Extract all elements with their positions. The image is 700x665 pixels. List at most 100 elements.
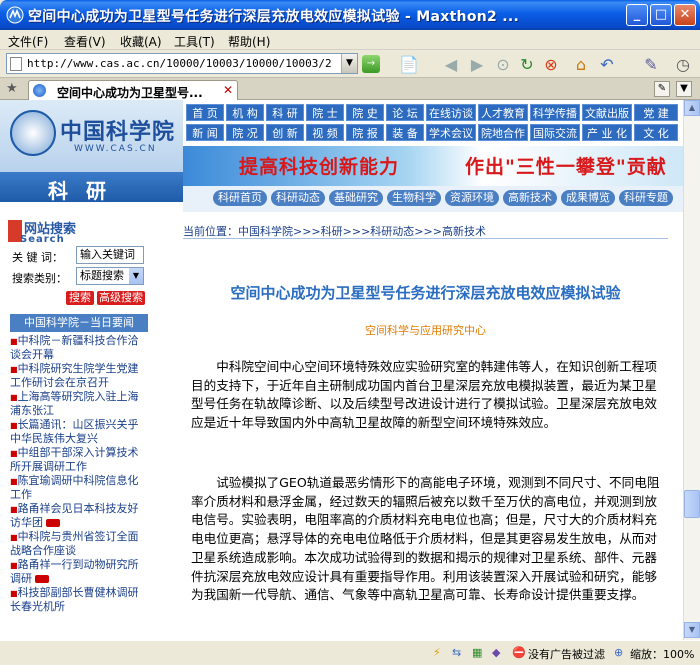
menu-tools[interactable]: 工具(T) <box>174 33 215 50</box>
go-icon[interactable]: → <box>362 55 380 73</box>
scroll-down-icon[interactable]: ▼ <box>684 622 700 638</box>
nav-news[interactable]: 新 闻 <box>186 124 224 141</box>
url-input[interactable]: http://www.cas.ac.cn/10000/10003/10000/1… <box>6 53 358 74</box>
nav-culture[interactable]: 文 化 <box>634 124 678 141</box>
subnav-hightech[interactable]: 高新技术 <box>503 190 557 206</box>
subnav-topics[interactable]: 科研专题 <box>619 190 673 206</box>
refresh-icon[interactable]: ↻ <box>516 54 538 76</box>
undo-icon[interactable]: ↶ <box>596 54 618 76</box>
nav-equipment[interactable]: 装 备 <box>386 124 424 141</box>
news-link[interactable]: 中科院－新疆科技合作洽谈会开幕 <box>10 334 139 361</box>
close-button[interactable]: ✕ <box>674 4 696 26</box>
filter-icon[interactable]: ◆ <box>492 646 500 659</box>
list-item[interactable]: ■中科院与贵州省签订全面战略合作座谈 <box>10 530 148 557</box>
list-item[interactable]: ■陈宜瑜调研中科院信息化工作 <box>10 474 148 501</box>
subnav-bioscience[interactable]: 生物科学 <box>387 190 441 206</box>
nav-innovation[interactable]: 创 新 <box>266 124 304 141</box>
zoom-icon[interactable]: ⊕ <box>614 646 623 659</box>
window-titlebar[interactable]: 空间中心成功为卫星型号任务进行深层充放电效应模拟试验 - Maxthon2 ..… <box>0 0 700 30</box>
nav-international[interactable]: 国际交流 <box>530 124 580 141</box>
nav-party[interactable]: 党 建 <box>634 104 678 121</box>
subnav-basic-research[interactable]: 基础研究 <box>329 190 383 206</box>
adblock-icon[interactable]: ⛔ <box>512 646 526 659</box>
nav-publications[interactable]: 文献出版 <box>582 104 632 121</box>
favorite-star-icon[interactable]: ★ <box>6 81 18 96</box>
nav-academicians[interactable]: 院 士 <box>306 104 344 121</box>
breadcrumb[interactable]: 当前位置：中国科学院>>>科研>>>科研动态>>>高新技术 <box>183 223 486 239</box>
home-icon[interactable]: ⌂ <box>570 54 592 76</box>
advanced-search-button[interactable]: 高级搜索 <box>97 291 145 305</box>
bookmark-icon[interactable]: ▦ <box>472 646 482 659</box>
tab-close-icon[interactable]: ✕ <box>223 83 233 97</box>
menu-help[interactable]: 帮助(H) <box>228 33 270 50</box>
subnav-environment[interactable]: 资源环境 <box>445 190 499 206</box>
tools-icon[interactable]: ✎ <box>640 54 662 76</box>
stop-small-icon[interactable]: ⊙ <box>492 54 514 76</box>
category-select[interactable]: 标题搜索 ▼ <box>76 267 144 285</box>
tab-settings-icon[interactable]: ✎ <box>654 81 670 97</box>
list-item[interactable]: ■科技部副部长曹健林调研长春光机所 <box>10 586 148 613</box>
bullet-icon: ■ <box>10 365 18 374</box>
search-button[interactable]: 搜索 <box>66 291 94 305</box>
news-link[interactable]: 陈宜瑜调研中科院信息化工作 <box>10 474 139 501</box>
back-icon[interactable]: ◀ <box>440 54 462 76</box>
minimize-button[interactable]: _ <box>626 4 648 26</box>
news-link[interactable]: 中科院研究生院学生党建工作研讨会在京召开 <box>10 362 139 389</box>
nav-home[interactable]: 首 页 <box>186 104 224 121</box>
forward-icon[interactable]: ▶ <box>466 54 488 76</box>
news-link[interactable]: 路甬祥会见日本科技友好访华团 <box>10 502 139 529</box>
nav-forum[interactable]: 论 坛 <box>386 104 424 121</box>
list-item[interactable]: ■中科院研究生院学生党建工作研讨会在京召开 <box>10 362 148 389</box>
nav-cooperation[interactable]: 院地合作 <box>478 124 528 141</box>
lightning-icon[interactable]: ⚡ <box>433 646 441 659</box>
nav-institutes[interactable]: 机 构 <box>226 104 264 121</box>
scroll-up-icon[interactable]: ▲ <box>684 100 700 116</box>
news-link[interactable]: 上海高等研究院入驻上海浦东张江 <box>10 390 139 417</box>
news-link[interactable]: 科技部副部长曹健林调研长春光机所 <box>10 586 139 613</box>
nav-overview[interactable]: 院 况 <box>226 124 264 141</box>
subnav-research-home[interactable]: 科研首页 <box>213 190 267 206</box>
tab-menu-icon[interactable]: ▼ <box>676 81 692 97</box>
menu-view[interactable]: 查看(V) <box>64 33 106 50</box>
nav-newspaper[interactable]: 院 报 <box>346 124 384 141</box>
list-item[interactable]: ■长篇通讯：山区振兴关乎中华民族伟大复兴 <box>10 418 148 445</box>
keyword-label: 关 键 词： <box>12 251 63 264</box>
keyword-input[interactable]: 输入关键词 <box>76 246 144 264</box>
list-item[interactable]: ■路甬祥会见日本科技友好访华团 <box>10 502 148 529</box>
nav-history[interactable]: 院 史 <box>346 104 384 121</box>
nav-research[interactable]: 科 研 <box>266 104 304 121</box>
list-item[interactable]: ■路甬祥一行到动物研究所调研 <box>10 558 148 585</box>
window-title: 空间中心成功为卫星型号任务进行深层充放电效应模拟试验 - Maxthon2 ..… <box>28 9 520 25</box>
nav-education[interactable]: 人才教育 <box>478 104 528 121</box>
news-link[interactable]: 中组部干部深入计算技术所开展调研工作 <box>10 446 139 473</box>
nav-video[interactable]: 视 频 <box>306 124 344 141</box>
nav-science-comm[interactable]: 科学传播 <box>530 104 580 121</box>
page-icon <box>10 57 22 71</box>
list-item[interactable]: ■中组部干部深入计算技术所开展调研工作 <box>10 446 148 473</box>
list-item[interactable]: ■上海高等研究院入驻上海浦东张江 <box>10 390 148 417</box>
network-icon[interactable]: ⇆ <box>452 646 461 659</box>
url-dropdown-icon[interactable]: ▼ <box>341 54 357 73</box>
maximize-button[interactable]: □ <box>650 4 672 26</box>
browser-tab[interactable]: 空间中心成功为卫星型号... ✕ <box>28 80 238 100</box>
stop-icon[interactable]: ⊗ <box>540 54 562 76</box>
nav-conferences[interactable]: 学术会议 <box>426 124 476 141</box>
adblock-status[interactable]: 没有广告被过滤 <box>528 646 605 662</box>
subnav-research-news[interactable]: 科研动态 <box>271 190 325 206</box>
list-item[interactable]: ■中科院－新疆科技合作洽谈会开幕 <box>10 334 148 361</box>
site-logo[interactable]: 中国科学院 WWW.CAS.CN <box>0 100 183 172</box>
subnav-achievements[interactable]: 成果博览 <box>561 190 615 206</box>
nav-interviews[interactable]: 在线访谈 <box>426 104 476 121</box>
news-link[interactable]: 路甬祥一行到动物研究所调研 <box>10 558 139 585</box>
scrollbar-thumb[interactable] <box>684 490 700 518</box>
news-link[interactable]: 中科院与贵州省签订全面战略合作座谈 <box>10 530 139 557</box>
news-link[interactable]: 长篇通讯：山区振兴关乎中华民族伟大复兴 <box>10 418 139 445</box>
new-page-icon[interactable]: 📄 <box>398 54 420 76</box>
zoom-level[interactable]: 缩放：100% <box>630 646 694 662</box>
clock-icon[interactable]: ◷ <box>672 54 694 76</box>
menu-favorites[interactable]: 收藏(A) <box>120 33 162 50</box>
nav-industry[interactable]: 产 业 化 <box>582 124 632 141</box>
menu-file[interactable]: 文件(F) <box>8 33 48 50</box>
vertical-scrollbar[interactable]: ▲ ▼ <box>683 100 700 640</box>
page-viewport[interactable]: 中国科学院 WWW.CAS.CN 首 页 机 构 科 研 院 士 院 史 论 坛… <box>0 100 683 640</box>
